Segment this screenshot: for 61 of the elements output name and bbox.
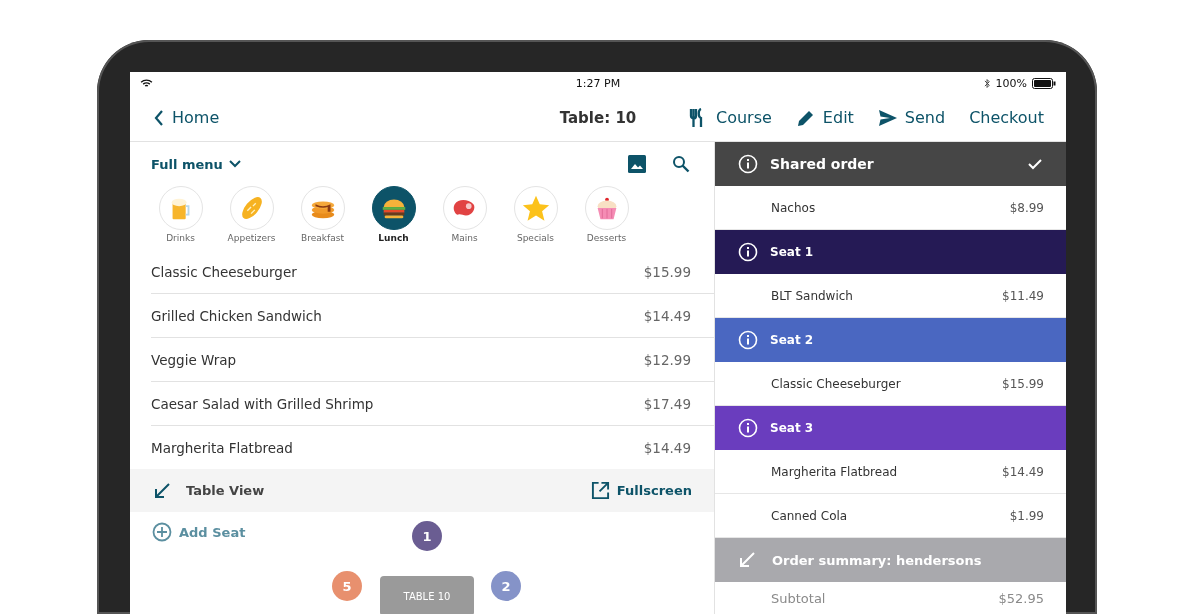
info-icon — [738, 154, 758, 174]
send-button[interactable]: Send — [877, 107, 946, 128]
status-time: 1:27 PM — [574, 76, 622, 90]
seat-header[interactable]: Shared order — [715, 142, 1066, 186]
group-title: Seat 2 — [770, 333, 814, 347]
table-shape: TABLE 10 — [380, 576, 474, 614]
bluetooth-icon — [983, 77, 991, 89]
image-icon[interactable] — [628, 155, 646, 173]
battery-icon — [1032, 77, 1056, 89]
battery-percent: 100% — [995, 76, 1027, 90]
caret-icon — [228, 160, 241, 168]
info-icon — [738, 242, 758, 262]
info-icon — [738, 330, 758, 350]
edit-button[interactable]: Edit — [795, 107, 854, 128]
menu-item-name[interactable]: Classic Cheeseburger — [151, 263, 297, 280]
seat-header[interactable]: Seat 2 — [715, 318, 1066, 362]
order-item-name[interactable]: Classic Cheeseburger — [771, 376, 901, 391]
group-title: Shared order — [770, 156, 874, 172]
collapse-arrow-icon[interactable] — [153, 481, 171, 500]
fullscreen-button[interactable]: Fullscreen — [590, 481, 692, 500]
menu-item-price: $14.49 — [643, 439, 691, 456]
seat-header[interactable]: Seat 3 — [715, 406, 1066, 450]
order-item-name[interactable]: BLT Sandwich — [771, 288, 853, 303]
order-item-name[interactable]: Canned Cola — [771, 508, 848, 523]
menu-item-price: $14.49 — [643, 307, 691, 324]
menu-item-name[interactable]: Grilled Chicken Sandwich — [151, 307, 322, 324]
info-icon — [738, 418, 758, 438]
menu-selector[interactable]: Full menu — [151, 156, 241, 172]
menu-item-name[interactable]: Caesar Salad with Grilled Shrimp — [151, 395, 374, 412]
order-item-price: $11.49 — [1002, 288, 1044, 303]
back-button[interactable]: Home — [154, 108, 220, 127]
send-icon — [877, 107, 898, 128]
order-item-price: $1.99 — [1009, 508, 1044, 523]
seat-header[interactable]: Seat 1 — [715, 230, 1066, 274]
group-title: Seat 3 — [770, 421, 814, 435]
collapse-arrow-icon — [738, 551, 756, 569]
course-button[interactable]: Course — [689, 107, 772, 128]
search-icon[interactable] — [672, 155, 690, 173]
table-title: Table: 10 — [558, 108, 638, 127]
summary-label: Subtotal — [771, 591, 826, 606]
group-title: Seat 1 — [770, 245, 814, 259]
menu-item-price: $17.49 — [643, 395, 691, 412]
menu-item-name[interactable]: Margherita Flatbread — [151, 439, 293, 456]
summary-value: $52.95 — [998, 591, 1044, 606]
add-seat-button[interactable]: Add Seat — [152, 522, 246, 542]
order-item-name[interactable]: Nachos — [771, 200, 816, 215]
summary-title: Order summary: hendersons — [772, 552, 982, 568]
order-item-price: $8.99 — [1009, 200, 1044, 215]
plus-circle-icon — [152, 522, 172, 542]
wifi-icon — [140, 78, 153, 88]
checkout-button[interactable]: Checkout — [969, 107, 1044, 128]
seat-marker[interactable]: 1 — [412, 521, 442, 551]
order-item-price: $15.99 — [1002, 376, 1044, 391]
order-item-price: $14.49 — [1002, 464, 1044, 479]
section-title: Table View — [186, 483, 265, 498]
menu-item-price: $15.99 — [643, 263, 691, 280]
menu-item-name[interactable]: Veggie Wrap — [151, 351, 237, 368]
chevron-left-icon — [154, 109, 164, 126]
order-item-name[interactable]: Margherita Flatbread — [771, 464, 898, 479]
menu-item-price: $12.99 — [643, 351, 691, 368]
external-link-icon — [590, 481, 610, 500]
